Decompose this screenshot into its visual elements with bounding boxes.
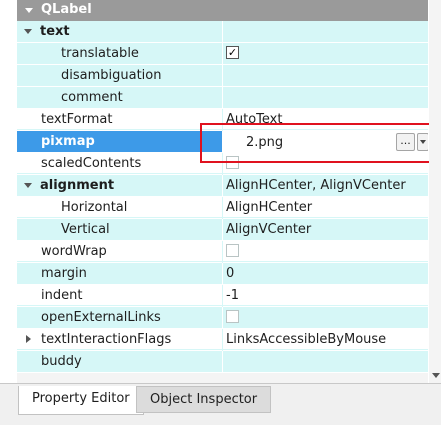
vertical-scrollbar[interactable] bbox=[429, 0, 441, 383]
group-title: QLabel bbox=[41, 2, 92, 17]
property-value[interactable] bbox=[223, 351, 428, 372]
property-row-indent[interactable]: indent -1 bbox=[17, 285, 428, 307]
property-name: alignment bbox=[40, 178, 115, 193]
property-name: text bbox=[40, 24, 70, 39]
property-value[interactable]: -1 bbox=[223, 285, 428, 306]
property-row-openexternallinks[interactable]: openExternalLinks bbox=[17, 307, 428, 329]
property-name: pixmap bbox=[41, 134, 95, 149]
property-name: scaledContents bbox=[41, 156, 142, 171]
property-row-horizontal[interactable]: Horizontal AlignHCenter bbox=[17, 197, 428, 219]
property-name: Vertical bbox=[61, 222, 110, 237]
property-row-disambiguation[interactable]: disambiguation bbox=[17, 65, 428, 87]
group-header-qlabel[interactable]: QLabel bbox=[17, 0, 428, 21]
property-row-text[interactable]: text bbox=[17, 21, 428, 43]
wordwrap-checkbox[interactable] bbox=[226, 244, 239, 257]
horizontal-scroll-area bbox=[17, 373, 428, 383]
property-name: translatable bbox=[61, 46, 139, 61]
property-value[interactable] bbox=[223, 21, 428, 42]
property-row-vertical[interactable]: Vertical AlignVCenter bbox=[17, 219, 428, 241]
property-name: textFormat bbox=[41, 112, 113, 127]
property-name: comment bbox=[61, 90, 123, 105]
property-row-translatable[interactable]: translatable ✓ bbox=[17, 43, 428, 65]
property-value[interactable]: LinksAccessibleByMouse bbox=[223, 329, 428, 350]
property-value[interactable]: AlignHCenter bbox=[223, 197, 428, 218]
property-row-buddy[interactable]: buddy bbox=[17, 351, 428, 373]
property-row-textinteractionflags[interactable]: textInteractionFlags LinksAccessibleByMo… bbox=[17, 329, 428, 351]
chevron-down-icon[interactable] bbox=[25, 8, 33, 13]
property-name: textInteractionFlags bbox=[41, 332, 172, 347]
property-row-comment[interactable]: comment bbox=[17, 87, 428, 109]
property-name: buddy bbox=[41, 354, 82, 369]
translatable-checkbox[interactable]: ✓ bbox=[226, 46, 239, 59]
property-name: indent bbox=[41, 288, 83, 303]
property-row-wordwrap[interactable]: wordWrap bbox=[17, 241, 428, 263]
property-grid: text translatable ✓ disambiguation comme… bbox=[17, 21, 428, 373]
chevron-right-icon[interactable] bbox=[26, 335, 31, 343]
property-name: disambiguation bbox=[61, 68, 162, 83]
scroll-down-icon[interactable] bbox=[432, 373, 440, 378]
property-value[interactable] bbox=[223, 65, 428, 86]
highlight-annotation-box bbox=[200, 123, 434, 163]
property-row-alignment[interactable]: alignment AlignHCenter, AlignVCenter bbox=[17, 175, 428, 197]
property-row-margin[interactable]: margin 0 bbox=[17, 263, 428, 285]
tab-property-editor[interactable]: Property Editor bbox=[18, 386, 144, 415]
property-name: Horizontal bbox=[61, 200, 128, 215]
property-name: openExternalLinks bbox=[41, 310, 161, 325]
chevron-down-icon[interactable] bbox=[24, 29, 32, 34]
property-name: wordWrap bbox=[41, 244, 107, 259]
tab-object-inspector[interactable]: Object Inspector bbox=[136, 386, 272, 413]
chevron-down-icon[interactable] bbox=[24, 183, 32, 188]
property-value[interactable]: AlignHCenter, AlignVCenter bbox=[223, 175, 428, 196]
property-value[interactable]: AlignVCenter bbox=[223, 219, 428, 240]
property-value[interactable] bbox=[223, 87, 428, 108]
property-value[interactable]: 0 bbox=[223, 263, 428, 284]
property-name: margin bbox=[41, 266, 87, 281]
openexternallinks-checkbox[interactable] bbox=[226, 310, 239, 323]
dock-tab-bar: Property Editor Object Inspector bbox=[0, 383, 441, 425]
